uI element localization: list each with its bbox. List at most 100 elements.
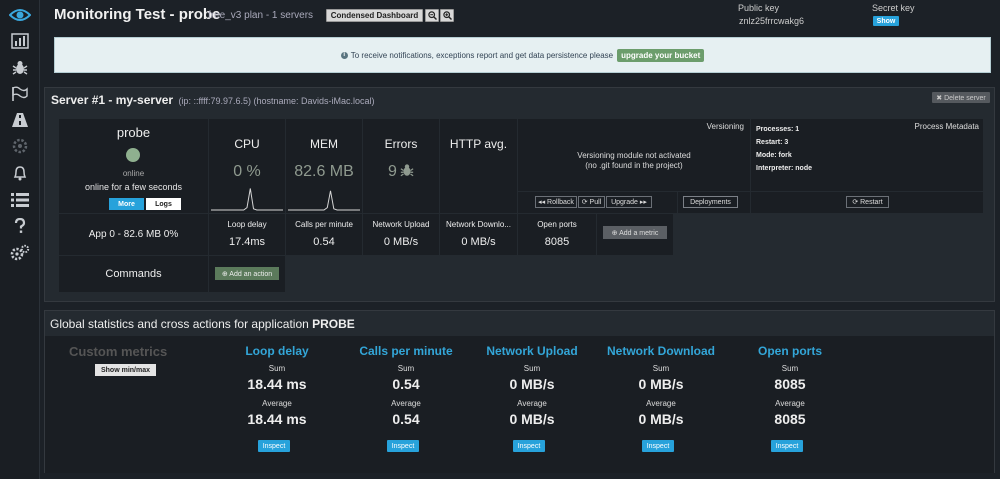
eye-icon[interactable] bbox=[0, 2, 40, 28]
zoom-in-button[interactable] bbox=[440, 9, 454, 22]
cogs-icon[interactable] bbox=[0, 133, 40, 159]
server-panel: Server #1 - my-server (ip: ::ffff:79.97.… bbox=[44, 87, 995, 302]
sum-label: Sum bbox=[268, 364, 286, 373]
zoom-out-icon bbox=[427, 11, 437, 20]
global-metric-title: Open ports bbox=[757, 344, 822, 358]
average-value: 0.54 bbox=[392, 411, 420, 427]
flag-icon[interactable] bbox=[0, 81, 40, 107]
deployments-cell: Deployments bbox=[678, 192, 750, 213]
status-indicator bbox=[126, 148, 140, 162]
bug-icon bbox=[400, 163, 414, 183]
upgrade-bucket-button[interactable]: upgrade your bucket bbox=[617, 48, 705, 62]
add-metric-cell: ⊕ Add a metric bbox=[597, 214, 673, 255]
process-name: probe bbox=[116, 125, 151, 140]
versioning-label: Versioning bbox=[706, 122, 744, 131]
process-metadata-label: Process Metadata bbox=[914, 122, 979, 131]
deployments-button[interactable]: Deployments bbox=[683, 196, 738, 208]
zoom-in-icon bbox=[442, 11, 452, 20]
versioning-message-line1: Versioning module not activated bbox=[577, 151, 691, 160]
inspect-button[interactable]: Inspect bbox=[387, 440, 419, 452]
cpu-sparkline bbox=[211, 188, 283, 211]
server-name: Server #1 - my-server bbox=[51, 93, 174, 107]
rollback-button[interactable]: ◂◂ Rollback bbox=[535, 196, 577, 208]
zoom-out-button[interactable] bbox=[425, 9, 439, 22]
inspect-button[interactable]: Inspect bbox=[642, 440, 674, 452]
add-metric-button[interactable]: ⊕ Add a metric bbox=[603, 226, 667, 239]
open-ports-label: Open ports bbox=[537, 220, 577, 229]
sum-label: Sum bbox=[397, 364, 415, 373]
global-metric-title: Calls per minute bbox=[359, 344, 453, 358]
inspect-button[interactable]: Inspect bbox=[513, 440, 545, 452]
cpu-value: 0 % bbox=[233, 163, 261, 180]
average-label: Average bbox=[775, 399, 805, 408]
errors-metric[interactable]: Errors 9 bbox=[363, 119, 439, 213]
mem-label: MEM bbox=[310, 137, 338, 151]
http-metric[interactable]: HTTP avg. bbox=[440, 119, 517, 213]
average-value: 18.44 ms bbox=[247, 411, 307, 427]
more-button[interactable]: More bbox=[109, 198, 144, 210]
errors-label: Errors bbox=[384, 137, 418, 151]
calls-per-minute-metric[interactable]: Calls per minute 0.54 bbox=[286, 214, 362, 255]
road-icon[interactable] bbox=[0, 107, 40, 133]
custom-metrics-title: Custom metrics bbox=[69, 344, 168, 359]
meta-processes: Processes: 1 bbox=[756, 126, 800, 133]
cpu-label: CPU bbox=[234, 137, 260, 151]
inspect-button[interactable]: Inspect bbox=[258, 440, 290, 452]
mem-value: 82.6 MB bbox=[294, 163, 354, 180]
network-upload-label: Network Upload bbox=[372, 220, 430, 229]
calls-value: 0.54 bbox=[313, 236, 335, 248]
secret-key-label: Secret key bbox=[872, 3, 915, 13]
network-upload-metric[interactable]: Network Upload 0 MB/s bbox=[363, 214, 439, 255]
question-icon[interactable] bbox=[0, 213, 40, 239]
gears-icon[interactable] bbox=[0, 240, 40, 266]
bar-chart-icon[interactable] bbox=[0, 28, 40, 54]
process-uptime: online for a few seconds bbox=[84, 182, 183, 192]
open-ports-value: 8085 bbox=[544, 236, 570, 248]
network-download-metric[interactable]: Network Downlo... 0 MB/s bbox=[440, 214, 517, 255]
bell-icon[interactable] bbox=[0, 160, 40, 186]
average-label: Average bbox=[262, 399, 292, 408]
average-label: Average bbox=[517, 399, 547, 408]
plan-info: free_v3 plan - 1 servers bbox=[208, 10, 314, 21]
bug-icon[interactable] bbox=[0, 55, 40, 81]
global-title: Global statistics and cross actions for … bbox=[50, 317, 355, 331]
http-label: HTTP avg. bbox=[449, 137, 508, 151]
meta-restart: Restart: 3 bbox=[756, 139, 789, 146]
sum-value: 0 MB/s bbox=[638, 376, 684, 392]
app-instance-label: App 0 - 82.6 MB 0% bbox=[59, 214, 208, 255]
commands-label: Commands bbox=[59, 256, 208, 292]
meta-mode: Mode: fork bbox=[756, 152, 792, 159]
list-icon[interactable] bbox=[0, 187, 40, 213]
restart-button[interactable]: ⟳ Restart bbox=[846, 196, 889, 208]
errors-value-wrap: 9 bbox=[363, 163, 439, 183]
versioning-message: Versioning module not activated (no .git… bbox=[518, 151, 750, 171]
loop-delay-label: Loop delay bbox=[227, 220, 267, 229]
show-secret-key-button[interactable]: Show bbox=[873, 16, 899, 26]
open-ports-metric[interactable]: Open ports 8085 bbox=[518, 214, 596, 255]
versioning-panel: Versioning Versioning module not activat… bbox=[518, 119, 750, 191]
cpu-metric[interactable]: CPU 0 % bbox=[209, 119, 285, 213]
process-metadata-panel: Process Metadata Processes: 1 Restart: 3… bbox=[751, 119, 983, 191]
condensed-dashboard-button[interactable]: Condensed Dashboard bbox=[326, 9, 423, 22]
logs-button[interactable]: Logs bbox=[146, 198, 181, 210]
delete-server-button[interactable]: ✖ Delete server bbox=[932, 92, 990, 103]
upgrade-version-button[interactable]: Upgrade ▸▸ bbox=[606, 196, 652, 208]
network-upload-value: 0 MB/s bbox=[383, 236, 419, 248]
actions-cell: ⊕ Add an action bbox=[209, 256, 285, 292]
average-value: 0 MB/s bbox=[509, 411, 555, 427]
pull-button[interactable]: ⟳ Pull bbox=[578, 196, 605, 208]
global-metric-title: Network Upload bbox=[486, 344, 578, 358]
show-min-max-button[interactable]: Show min/max bbox=[95, 364, 156, 376]
calls-label: Calls per minute bbox=[295, 220, 353, 229]
add-action-button[interactable]: ⊕ Add an action bbox=[215, 267, 279, 280]
loop-delay-metric[interactable]: Loop delay 17.4ms bbox=[209, 214, 285, 255]
versioning-actions: ◂◂ Rollback ⟳ Pull Upgrade ▸▸ bbox=[518, 192, 677, 213]
sum-label: Sum bbox=[523, 364, 541, 373]
loop-delay-value: 17.4ms bbox=[228, 236, 266, 248]
mem-metric[interactable]: MEM 82.6 MB bbox=[286, 119, 362, 213]
sum-value: 18.44 ms bbox=[247, 376, 307, 392]
global-metric-title: Loop delay bbox=[245, 344, 309, 358]
sidebar bbox=[0, 0, 40, 479]
network-download-value: 0 MB/s bbox=[461, 236, 496, 248]
inspect-button[interactable]: Inspect bbox=[771, 440, 803, 452]
